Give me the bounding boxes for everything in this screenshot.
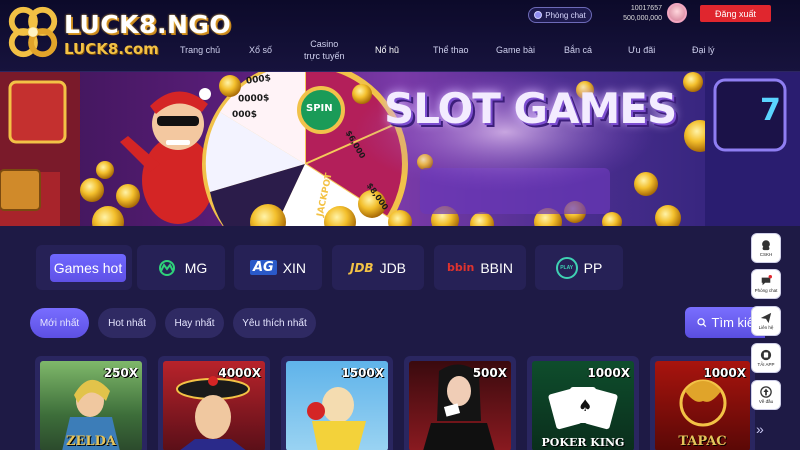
pp-logo-text: PLAY <box>560 264 574 271</box>
provider-bbin-label: BBIN <box>480 259 514 276</box>
nav-live-casino-line1: Casino <box>310 39 339 49</box>
provider-jdb-label: JDB <box>379 259 407 276</box>
support-button[interactable]: CSKH <box>751 233 781 263</box>
slot-games-banner[interactable]: 7 SPIN 000$ 0000$ $6,000 JACKPOT $8,000 … <box>0 72 800 226</box>
chat-icon <box>761 275 772 286</box>
wheel-segment-5: 000$ <box>232 110 258 120</box>
games-hot-label: Games hot <box>50 254 126 282</box>
banner-title: SLOT GAMES <box>384 84 677 133</box>
headset-icon <box>762 240 770 251</box>
game-card[interactable]: 1000X TAPAC <box>650 356 755 450</box>
game-card[interactable]: 4000X <box>158 356 270 450</box>
ag-logo-icon: AG <box>249 260 277 275</box>
download-app-label: TẢI APP <box>757 362 775 367</box>
nav-fishing[interactable]: Bắn cá <box>564 44 592 56</box>
chat-room-label: Phòng chat <box>545 10 586 20</box>
download-app-button[interactable]: TẢI APP <box>751 343 781 373</box>
svg-text:7: 7 <box>760 93 781 128</box>
provider-tabs: Games hot MG AG XIN JDB JDB bbin BBIN PL… <box>36 245 760 290</box>
send-icon <box>760 312 772 324</box>
arrow-up-icon <box>760 386 772 398</box>
brand-subname: LUCK8.com <box>64 40 159 58</box>
contact-label: Liên hệ <box>758 325 774 330</box>
game-card[interactable]: 250X ZELDA <box>35 356 147 450</box>
game-thumbnail: 250X ZELDA <box>40 361 142 450</box>
provider-tab-bbin[interactable]: bbin BBIN <box>434 245 526 290</box>
app-icon <box>760 349 772 361</box>
logout-button[interactable]: Đăng xuất <box>700 5 771 22</box>
game-thumbnail: 1000X TAPAC <box>655 361 750 450</box>
game-multiplier: 500X <box>472 366 507 380</box>
nav-card-games[interactable]: Game bài <box>496 44 535 56</box>
game-card[interactable]: 1500X <box>281 356 393 450</box>
provider-pp-label: PP <box>583 259 603 276</box>
contact-button[interactable]: Liên hệ <box>751 306 781 336</box>
nav-sports[interactable]: Thể thao <box>433 44 469 56</box>
game-thumbnail: 1500X <box>286 361 388 450</box>
support-label: CSKH <box>759 252 773 257</box>
game-thumbnail: 500X <box>409 361 511 450</box>
bbin-logo-icon: bbin <box>446 261 475 274</box>
search-icon <box>697 318 707 328</box>
provider-tab-games-hot[interactable]: Games hot <box>36 245 132 290</box>
nav-home[interactable]: Trang chủ <box>180 44 220 56</box>
wheel-center-label: SPIN <box>306 103 333 114</box>
nav-lottery[interactable]: Xổ số <box>249 44 272 56</box>
game-card[interactable]: ♠ 1000X POKER KING <box>527 356 639 450</box>
game-title: ZELDA <box>66 434 116 449</box>
top-header: LUCK8.NGO LUCK8.com Trang chủ Xổ số Casi… <box>0 0 800 72</box>
game-multiplier: 1000X <box>703 366 746 380</box>
account-info: 10017657 500,000,000 <box>622 4 662 24</box>
provider-tab-xin[interactable]: AG XIN <box>234 245 322 290</box>
avatar[interactable] <box>667 3 687 23</box>
provider-xin-label: XIN <box>282 259 307 276</box>
game-title: TAPAC <box>678 434 727 449</box>
user-id: 10017657 <box>630 5 662 12</box>
game-multiplier: 250X <box>103 366 138 380</box>
back-to-top-button[interactable]: Về đầu <box>751 380 781 410</box>
back-to-top-label: Về đầu <box>758 399 774 404</box>
game-title: POKER KING <box>541 436 625 449</box>
nav-live-casino[interactable]: Casino trực tuyến <box>304 38 345 62</box>
game-multiplier: 1000X <box>587 366 630 380</box>
nav-slots[interactable]: Nổ hũ <box>375 44 399 56</box>
provider-tab-mg[interactable]: MG <box>137 245 225 290</box>
nav-agent[interactable]: Đại lý <box>692 44 715 56</box>
provider-tab-jdb[interactable]: JDB JDB <box>332 245 424 290</box>
mg-logo-icon <box>158 259 175 276</box>
chat-room-button[interactable]: Phòng chat <box>528 7 592 23</box>
nav-promotions[interactable]: Ưu đãi <box>628 44 655 56</box>
provider-mg-label: MG <box>184 259 208 276</box>
jdb-logo-icon: JDB <box>349 260 374 275</box>
game-thumbnail: 4000X <box>163 361 265 450</box>
pp-logo-icon: PLAY <box>555 256 578 279</box>
filter-newest[interactable]: Mới nhất <box>30 308 89 338</box>
filter-best[interactable]: Hay nhất <box>165 308 224 338</box>
filter-hottest[interactable]: Hot nhất <box>98 308 156 338</box>
chat-room-side-label: Phòng chat <box>754 288 778 293</box>
chat-room-side-button[interactable]: Phòng chat <box>751 269 781 299</box>
brand-name: LUCK8.NGO <box>64 10 232 39</box>
clover-logo-icon <box>8 6 58 58</box>
filter-favorite[interactable]: Yêu thích nhất <box>233 308 316 338</box>
game-thumbnail: ♠ 1000X POKER KING <box>532 361 634 450</box>
game-multiplier: 1500X <box>341 366 384 380</box>
balance: 500,000,000 <box>623 15 662 22</box>
nav-live-casino-line2: trực tuyến <box>304 51 345 61</box>
provider-tab-pp[interactable]: PLAY PP <box>535 245 623 290</box>
game-multiplier: 4000X <box>218 366 261 380</box>
wheel-segment-2: 0000$ <box>237 93 270 105</box>
svg-text:♠: ♠ <box>578 396 592 415</box>
collapse-sidebar-icon[interactable]: » <box>756 421 764 437</box>
game-card[interactable]: 500X <box>404 356 516 450</box>
chat-icon <box>534 11 543 19</box>
